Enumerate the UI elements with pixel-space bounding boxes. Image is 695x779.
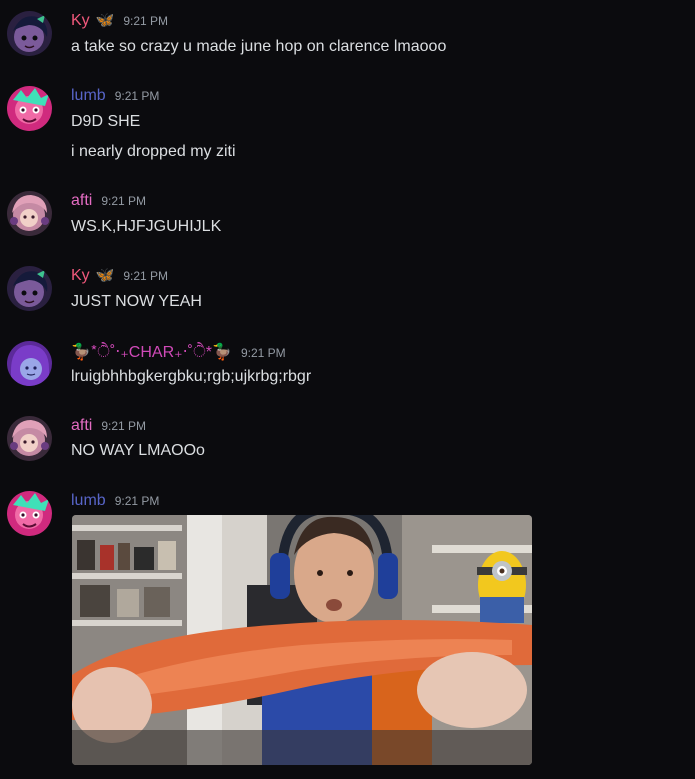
message-header: Ky 🦋 9:21 PM [71, 267, 168, 285]
timestamp[interactable]: 9:21 PM [115, 89, 160, 103]
message-group-afti-1: afti 9:21 PM WS.K,HJFJGUHIJLK [0, 180, 695, 255]
message-text: a take so crazy u made june hop on clare… [71, 38, 447, 55]
username[interactable]: afti [71, 417, 92, 435]
image-attachment[interactable] [72, 515, 532, 765]
avatar-char[interactable] [7, 341, 52, 386]
message-text: D9D SHE [71, 113, 141, 130]
message-group-ky-2: Ky 🦋 9:21 PM JUST NOW YEAH [0, 255, 695, 330]
username[interactable]: afti [71, 192, 92, 210]
message-header: afti 9:21 PM [71, 192, 146, 210]
message-group-ky-1: Ky 🦋 9:21 PM a take so crazy u made june… [0, 0, 695, 75]
timestamp[interactable]: 9:21 PM [123, 14, 168, 28]
message-header: afti 9:21 PM [71, 417, 146, 435]
chat-message-list: Ky 🦋 9:21 PM a take so crazy u made june… [0, 0, 695, 779]
butterfly-icon: 🦋 [95, 12, 115, 29]
username[interactable]: lumb [71, 492, 106, 510]
message-header: 🦆*ੈ˚‧₊CHAR₊‧˚ੈ*🦆 9:21 PM [71, 342, 286, 362]
timestamp[interactable]: 9:21 PM [101, 194, 146, 208]
message-text: i nearly dropped my ziti [71, 143, 236, 160]
username[interactable]: 🦆*ੈ˚‧₊CHAR₊‧˚ੈ*🦆 [71, 342, 232, 362]
message-group-lumb-1: lumb 9:21 PM D9D SHE i nearly dropped my… [0, 75, 695, 180]
timestamp[interactable]: 9:21 PM [115, 494, 160, 508]
timestamp[interactable]: 9:21 PM [123, 269, 168, 283]
avatar-afti[interactable] [7, 416, 52, 461]
message-header: lumb 9:21 PM [71, 87, 159, 105]
avatar-lumb[interactable] [7, 491, 52, 536]
timestamp[interactable]: 9:21 PM [101, 419, 146, 433]
message-group-afti-2: afti 9:21 PM NO WAY LMAOOo [0, 405, 695, 480]
avatar-afti[interactable] [7, 191, 52, 236]
avatar-ky[interactable] [7, 266, 52, 311]
timestamp[interactable]: 9:21 PM [241, 346, 286, 360]
message-header: lumb 9:21 PM [71, 492, 159, 510]
message-header: Ky 🦋 9:21 PM [71, 12, 168, 30]
butterfly-icon: 🦋 [95, 267, 115, 284]
message-text: NO WAY LMAOOo [71, 442, 205, 459]
avatar-lumb[interactable] [7, 86, 52, 131]
username[interactable]: lumb [71, 87, 106, 105]
message-text: WS.K,HJFJGUHIJLK [71, 218, 222, 235]
message-text: JUST NOW YEAH [71, 293, 202, 310]
message-text: lruigbhhbgkergbku;rgb;ujkrbg;rbgr [71, 368, 312, 385]
username[interactable]: Ky [71, 267, 90, 285]
avatar-ky[interactable] [7, 11, 52, 56]
message-group-char: 🦆*ੈ˚‧₊CHAR₊‧˚ੈ*🦆 9:21 PM lruigbhhbgkergb… [0, 330, 695, 405]
username[interactable]: Ky [71, 12, 90, 30]
